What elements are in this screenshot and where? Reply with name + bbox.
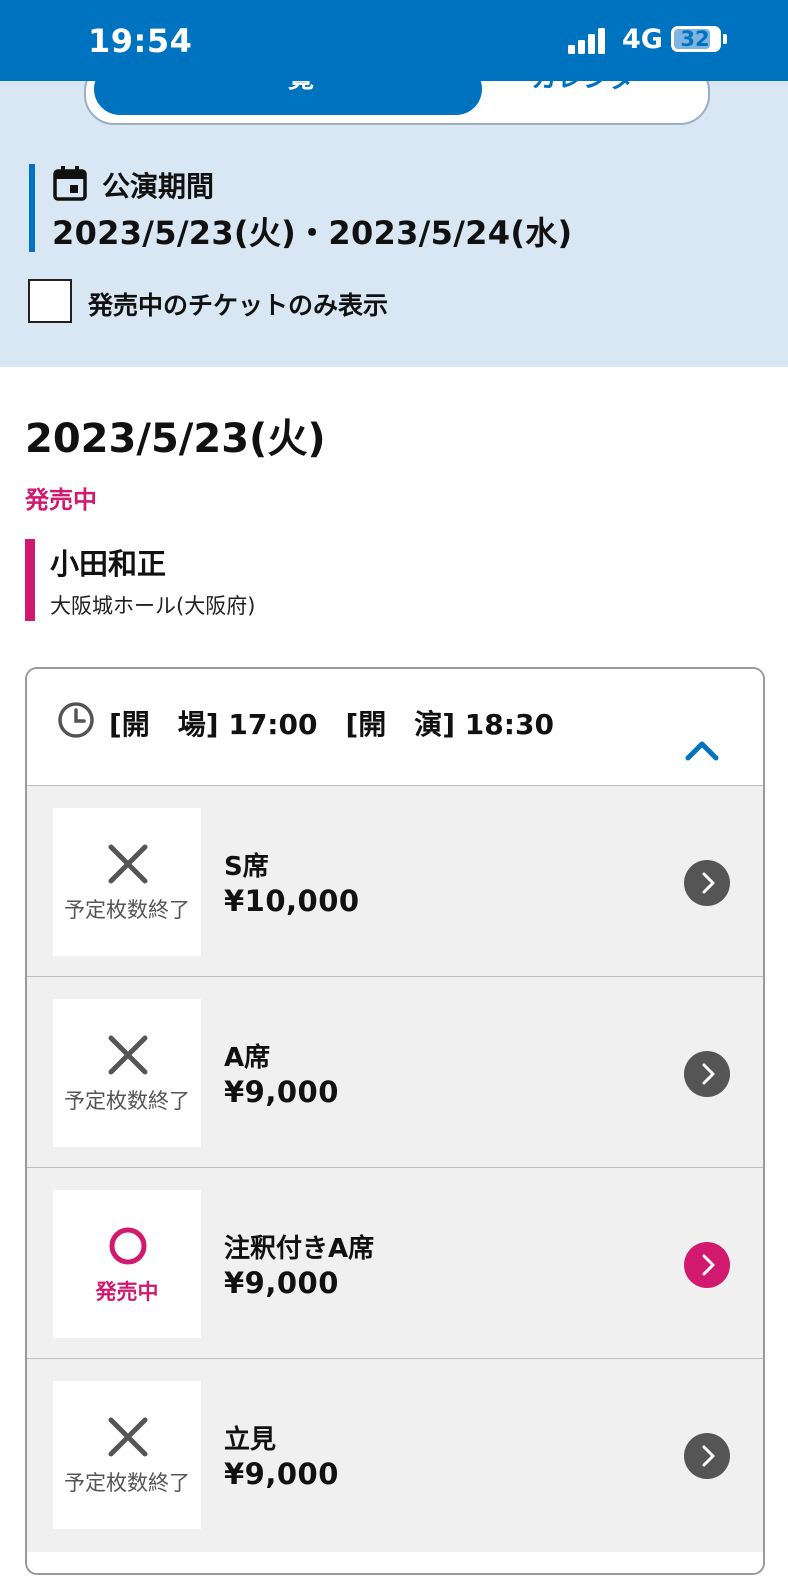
seat-price: ¥9,000 [224,1266,339,1300]
battery-icon: 32 [671,26,721,52]
seat-detail-button[interactable] [684,860,730,906]
seat-status-tile: 発売中 [53,1190,201,1338]
chevron-up-icon[interactable] [685,739,719,761]
seat-row[interactable]: 予定枚数終了 立見 ¥9,000 [27,1358,763,1552]
sale-status-label: 発売中 [25,486,97,514]
seat-name: S席 [224,852,269,882]
seat-row[interactable]: 発売中 注釈付きA席 ¥9,000 [27,1167,763,1361]
circle-available-icon [109,1227,147,1265]
chevron-right-icon [702,1445,715,1467]
seat-status-text: 予定枚数終了 [64,898,190,922]
performance-venue: 大阪城ホール(大阪府) [50,594,256,618]
chevron-right-icon [702,1063,715,1085]
cross-icon [108,1417,148,1457]
seat-status-text: 発売中 [95,1280,159,1304]
day-title: 2023/5/23(火) [25,416,326,462]
seat-price: ¥9,000 [224,1457,339,1491]
performance-card-header[interactable]: [開 場] 17:00 [開 演] 18:30 [27,669,763,797]
seat-status-text: 予定枚数終了 [64,1089,190,1113]
seat-detail-button[interactable] [684,1242,730,1288]
seat-status-tile: 予定枚数終了 [53,808,201,956]
seat-price: ¥10,000 [224,884,360,918]
period-label: 公演期間 [102,170,215,203]
seat-status-text: 予定枚数終了 [64,1471,190,1495]
seat-name: 立見 [224,1425,277,1455]
seat-name: 注釈付きA席 [224,1234,375,1264]
on-sale-only-checkbox[interactable] [28,279,72,323]
clock-icon [58,702,94,738]
seat-row[interactable]: 予定枚数終了 S席 ¥10,000 [27,785,763,979]
performance-card: [開 場] 17:00 [開 演] 18:30 予定枚数終了 S席 ¥10,00… [25,667,765,1575]
performance-artist: 小田和正 [50,547,167,581]
period-accent-bar [29,164,35,252]
seat-status-tile: 予定枚数終了 [53,1381,201,1529]
seat-price: ¥9,000 [224,1075,339,1109]
network-label: 4G [622,24,663,55]
period-dates: 2023/5/23(火)・2023/5/24(水) [52,214,573,252]
chevron-right-icon [702,1254,715,1276]
cross-icon [108,844,148,884]
performance-times: [開 場] 17:00 [開 演] 18:30 [109,708,554,741]
performance-accent-bar [25,539,35,621]
seat-status-tile: 予定枚数終了 [53,999,201,1147]
calendar-icon [53,166,87,201]
cross-icon [108,1035,148,1075]
seat-detail-button[interactable] [684,1433,730,1479]
battery-level: 32 [680,27,710,51]
seat-row[interactable]: 予定枚数終了 A席 ¥9,000 [27,976,763,1170]
signal-icon [568,28,605,54]
status-bar: 19:54 4G 32 [0,0,788,81]
status-time: 19:54 [88,22,193,60]
on-sale-only-label[interactable]: 発売中のチケットのみ表示 [88,286,388,322]
seat-detail-button[interactable] [684,1051,730,1097]
seat-name: A席 [224,1043,271,1073]
battery-tip [723,34,727,44]
filter-panel: 一覧 カレンダー 公演期間 2023/5/23(火)・2023/5/24(水) … [0,61,788,367]
chevron-right-icon [702,872,715,894]
